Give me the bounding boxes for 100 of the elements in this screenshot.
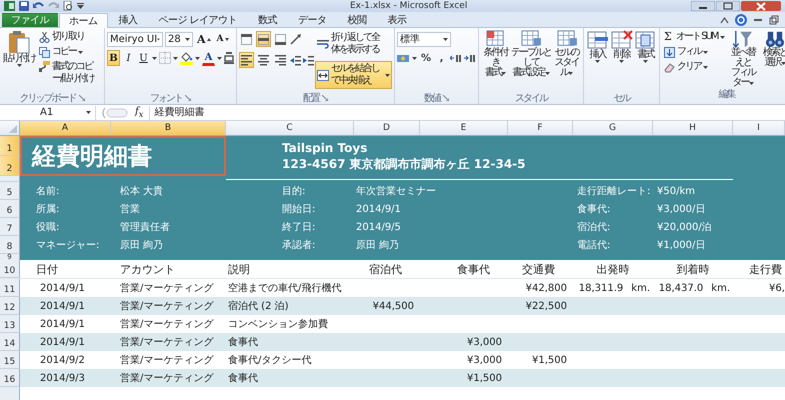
caret-icon[interactable] <box>217 56 222 60</box>
app-icon[interactable] <box>4 1 15 11</box>
cells-button[interactable]: 挿入 <box>586 30 610 63</box>
row-header[interactable]: 12 <box>0 297 20 315</box>
column-header[interactable]: E <box>420 121 508 135</box>
dialog-launcher-icon[interactable] <box>78 95 84 101</box>
row-header[interactable]: 2 <box>0 156 20 176</box>
column-header[interactable]: A <box>20 121 111 135</box>
font-color-button[interactable]: A <box>202 50 215 66</box>
maximize-icon[interactable] <box>716 1 740 11</box>
row-header[interactable]: 13 <box>0 315 20 333</box>
phonetic-icon[interactable] <box>224 52 234 64</box>
help-icon[interactable] <box>735 14 747 26</box>
bold-button[interactable]: B <box>107 50 120 66</box>
row-header[interactable]: 16 <box>0 369 20 387</box>
font-name-field[interactable]: Meiryo UI <box>107 32 163 46</box>
underline-button[interactable]: U <box>137 50 150 66</box>
vertical-align-button[interactable] <box>273 31 288 47</box>
caret-icon[interactable] <box>412 56 417 60</box>
format-painter-button[interactable]: 書式のコピー/貼り付け <box>37 60 102 86</box>
dialog-launcher-icon[interactable] <box>185 95 191 101</box>
style-button[interactable]: テーブルとして 書式設定 <box>511 30 552 78</box>
grow-font-button[interactable]: A <box>195 31 213 47</box>
caret-icon[interactable] <box>195 56 200 60</box>
column-header[interactable]: C <box>226 121 354 135</box>
italic-button[interactable]: I <box>122 50 135 66</box>
increase-indent-icon[interactable] <box>303 54 314 66</box>
decrease-decimal-icon[interactable] <box>464 52 476 64</box>
caret-icon[interactable] <box>77 3 84 9</box>
ribbon-tab[interactable]: 校閲 <box>338 13 377 27</box>
percent-button[interactable]: % <box>419 50 434 66</box>
formula-field[interactable]: 経費明細書 <box>149 106 785 120</box>
comma-button[interactable]: , <box>435 50 448 66</box>
fill-color-icon[interactable] <box>180 52 193 64</box>
decrease-indent-icon[interactable] <box>290 54 301 66</box>
increase-decimal-icon[interactable] <box>450 52 462 64</box>
caret-icon[interactable] <box>173 56 178 60</box>
minimize-icon[interactable] <box>691 1 715 11</box>
horizontal-align-button[interactable] <box>256 52 271 68</box>
row-header[interactable]: 10 <box>0 260 20 278</box>
style-button[interactable]: セルの スタイル <box>552 30 582 78</box>
insert-function-button[interactable]: f$_{x}$ <box>132 106 146 119</box>
ribbon-tab[interactable]: ファイル <box>2 13 58 27</box>
ribbon-tab[interactable]: ページ レイアウト <box>148 13 248 27</box>
print-preview-icon[interactable] <box>63 1 73 11</box>
merge-center-button[interactable]: セルを結合して中央揃え <box>315 61 392 89</box>
merge-cells-icon <box>317 70 329 80</box>
column-header[interactable]: H <box>653 121 733 135</box>
column-header[interactable]: D <box>354 121 420 135</box>
column-header[interactable]: I <box>733 121 785 135</box>
shrink-font-button[interactable]: A <box>214 31 231 47</box>
column-header[interactable]: G <box>573 121 653 135</box>
title-cell[interactable]: 経費明細書 <box>20 136 226 176</box>
ribbon-tab[interactable]: 表示 <box>378 13 417 27</box>
text-angle-icon[interactable] <box>290 34 303 44</box>
cells-button[interactable]: 削除 <box>610 30 634 63</box>
ribbon-tab[interactable]: ホーム <box>59 13 108 28</box>
wrap-text-button[interactable]: 折り返して全体を表示する <box>315 30 392 58</box>
ribbon-tab[interactable]: 挿入 <box>108 13 148 27</box>
cut-button[interactable]: 切り取り <box>37 30 102 44</box>
copy-button[interactable]: コピー <box>37 45 102 59</box>
row-header[interactable]: 14 <box>0 333 20 351</box>
column-header[interactable]: B <box>111 121 226 135</box>
row-header[interactable]: 15 <box>0 351 20 369</box>
collapse-ribbon-icon[interactable] <box>720 16 729 24</box>
horizontal-align-button[interactable] <box>239 52 254 68</box>
save-icon[interactable] <box>19 1 29 11</box>
row-header[interactable]: 5 <box>0 182 20 200</box>
vertical-align-button[interactable] <box>239 31 254 47</box>
dialog-launcher-icon[interactable] <box>443 95 450 101</box>
caret-icon[interactable] <box>152 56 157 60</box>
vertical-align-button[interactable] <box>256 31 271 47</box>
fill-button[interactable]: フィル <box>662 45 727 59</box>
close-icon[interactable] <box>741 1 781 11</box>
row-header[interactable]: 8 <box>0 236 20 254</box>
style-button[interactable]: 条件付き 書式 <box>481 30 510 78</box>
field-value: 松本 大貴 <box>120 184 164 198</box>
clear-button[interactable]: クリア <box>662 60 727 74</box>
field-label: 承認者: <box>282 238 316 252</box>
row-header[interactable]: 6 <box>0 200 20 218</box>
dialog-launcher-icon[interactable] <box>322 95 328 101</box>
row-header[interactable]: 1 <box>0 136 20 156</box>
font-size-field[interactable]: 28 <box>165 32 193 46</box>
table-cell-text: ¥6, <box>768 282 785 296</box>
sort-filter-button[interactable]: 並べ替えと フィルター <box>728 30 759 88</box>
row-header[interactable]: 7 <box>0 218 20 236</box>
number-format-field[interactable]: 標準 <box>397 32 451 46</box>
field-value: 原田 絢乃 <box>120 239 164 252</box>
column-header[interactable]: F <box>508 121 573 135</box>
name-box[interactable]: A1 <box>0 106 96 120</box>
cells-button[interactable]: 書式 <box>634 30 658 63</box>
ribbon-tab[interactable]: 数式 <box>248 13 288 27</box>
paste-button[interactable]: 貼り付け <box>2 30 36 67</box>
undo-icon[interactable] <box>33 1 44 11</box>
restore-icon[interactable] <box>769 15 779 25</box>
find-select-button[interactable]: 検索と 選択 <box>760 30 785 68</box>
row-header[interactable]: 11 <box>0 279 20 297</box>
horizontal-align-button[interactable] <box>273 52 288 68</box>
autosum-button[interactable]: Σ オート SUM <box>662 30 727 44</box>
ribbon-tab[interactable]: データ <box>288 13 337 27</box>
